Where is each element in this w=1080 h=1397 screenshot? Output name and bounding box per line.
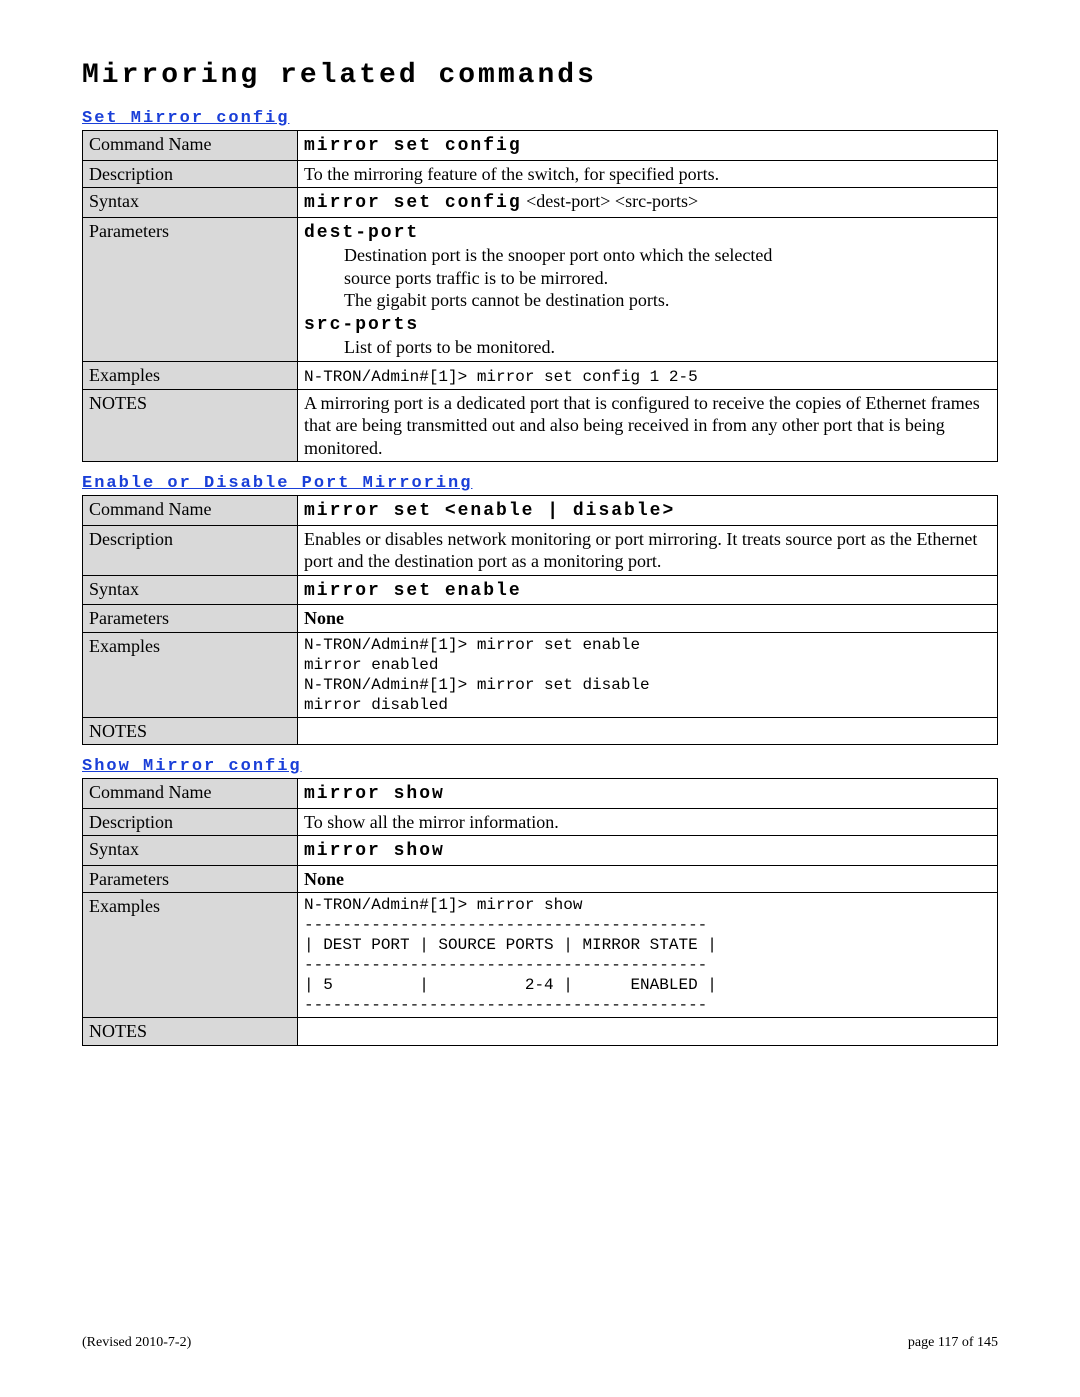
param-line: List of ports to be monitored. — [344, 336, 991, 359]
table-row: NOTES A mirroring port is a dedicated po… — [83, 389, 998, 462]
command-name-text: mirror set config — [304, 136, 522, 156]
cell-value: mirror set <enable | disable> — [298, 496, 998, 526]
example-line: mirror enabled — [304, 655, 991, 675]
footer-page-number: page 117 of 145 — [908, 1335, 998, 1351]
example-line: ----------------------------------------… — [304, 915, 991, 935]
cell-value: N-TRON/Admin#[1]> mirror set enable mirr… — [298, 632, 998, 717]
cell-value: mirror show — [298, 836, 998, 866]
param-name: src-ports — [304, 315, 419, 335]
table-enable-disable: Command Name mirror set <enable | disabl… — [82, 495, 998, 745]
example-line: N-TRON/Admin#[1]> mirror set enable — [304, 635, 991, 655]
example-line: N-TRON/Admin#[1]> mirror set disable — [304, 675, 991, 695]
footer-revised: (Revised 2010-7-2) — [82, 1335, 191, 1351]
cell-value: N-TRON/Admin#[1]> mirror set config 1 2-… — [298, 361, 998, 389]
syntax-rest: <dest-port> <src-ports> — [522, 191, 699, 211]
section-heading-set-mirror-config: Set Mirror config — [82, 109, 998, 128]
table-row: NOTES — [83, 717, 998, 745]
table-row: Syntax mirror set config <dest-port> <sr… — [83, 188, 998, 218]
page-content: Mirroring related commands Set Mirror co… — [0, 0, 1080, 1046]
cell-value: None — [298, 605, 998, 633]
cell-value: mirror show — [298, 779, 998, 809]
cell-label: Syntax — [83, 188, 298, 218]
table-row: Parameters None — [83, 605, 998, 633]
page-title: Mirroring related commands — [82, 60, 998, 91]
table-row: Command Name mirror set config — [83, 131, 998, 161]
cell-label: Command Name — [83, 779, 298, 809]
table-row: Description To show all the mirror infor… — [83, 808, 998, 836]
cell-value: mirror set config — [298, 131, 998, 161]
cell-value: A mirroring port is a dedicated port tha… — [298, 389, 998, 462]
cell-value: dest-port Destination port is the snoope… — [298, 217, 998, 361]
cell-value — [298, 717, 998, 745]
syntax-text: mirror show — [304, 841, 445, 861]
cell-label: NOTES — [83, 717, 298, 745]
section-heading-show-mirror-config: Show Mirror config — [82, 757, 998, 776]
cell-label: NOTES — [83, 389, 298, 462]
cell-label: Parameters — [83, 605, 298, 633]
syntax-text: mirror set enable — [304, 581, 522, 601]
cell-label: Description — [83, 525, 298, 575]
param-line: Destination port is the snooper port ont… — [344, 244, 991, 267]
cell-label: Parameters — [83, 865, 298, 893]
table-row: Description Enables or disables network … — [83, 525, 998, 575]
cell-value: None — [298, 865, 998, 893]
cell-value: To show all the mirror information. — [298, 808, 998, 836]
cell-label: NOTES — [83, 1018, 298, 1046]
cell-label: Examples — [83, 632, 298, 717]
cell-value: N-TRON/Admin#[1]> mirror show ----------… — [298, 893, 998, 1018]
example-line: N-TRON/Admin#[1]> mirror show — [304, 895, 991, 915]
param-line: source ports traffic is to be mirrored. — [344, 267, 991, 290]
page-footer: (Revised 2010-7-2) page 117 of 145 — [82, 1335, 998, 1351]
cell-value: Enables or disables network monitoring o… — [298, 525, 998, 575]
cell-label: Parameters — [83, 217, 298, 361]
cell-value: mirror set config <dest-port> <src-ports… — [298, 188, 998, 218]
table-row: Syntax mirror show — [83, 836, 998, 866]
cell-label: Description — [83, 160, 298, 188]
cell-value: mirror set enable — [298, 575, 998, 605]
cell-label: Syntax — [83, 575, 298, 605]
table-row: Syntax mirror set enable — [83, 575, 998, 605]
cell-value: To the mirroring feature of the switch, … — [298, 160, 998, 188]
section-heading-enable-disable: Enable or Disable Port Mirroring — [82, 474, 998, 493]
table-row: Parameters None — [83, 865, 998, 893]
table-set-mirror-config: Command Name mirror set config Descripti… — [82, 130, 998, 462]
table-row: Parameters dest-port Destination port is… — [83, 217, 998, 361]
table-row: Examples N-TRON/Admin#[1]> mirror set en… — [83, 632, 998, 717]
example-line: | 5 | 2-4 | ENABLED | — [304, 975, 991, 995]
cell-label: Examples — [83, 361, 298, 389]
cell-label: Description — [83, 808, 298, 836]
param-name: dest-port — [304, 223, 419, 243]
example-line: mirror disabled — [304, 695, 991, 715]
command-name-text: mirror set <enable | disable> — [304, 501, 675, 521]
table-row: Description To the mirroring feature of … — [83, 160, 998, 188]
cell-label: Command Name — [83, 496, 298, 526]
param-none: None — [304, 869, 344, 889]
param-line: The gigabit ports cannot be destination … — [344, 289, 991, 312]
cell-label: Command Name — [83, 131, 298, 161]
example-line: ----------------------------------------… — [304, 955, 991, 975]
cell-label: Examples — [83, 893, 298, 1018]
example-text: N-TRON/Admin#[1]> mirror set config 1 2-… — [304, 368, 698, 386]
cell-label: Syntax — [83, 836, 298, 866]
cell-value — [298, 1018, 998, 1046]
table-row: Examples N-TRON/Admin#[1]> mirror show -… — [83, 893, 998, 1018]
table-row: Examples N-TRON/Admin#[1]> mirror set co… — [83, 361, 998, 389]
example-line: ----------------------------------------… — [304, 995, 991, 1015]
example-line: | DEST PORT | SOURCE PORTS | MIRROR STAT… — [304, 935, 991, 955]
table-row: NOTES — [83, 1018, 998, 1046]
table-row: Command Name mirror show — [83, 779, 998, 809]
table-show-mirror-config: Command Name mirror show Description To … — [82, 778, 998, 1046]
param-none: None — [304, 608, 344, 628]
command-name-text: mirror show — [304, 784, 445, 804]
syntax-bold: mirror set config — [304, 193, 522, 213]
table-row: Command Name mirror set <enable | disabl… — [83, 496, 998, 526]
